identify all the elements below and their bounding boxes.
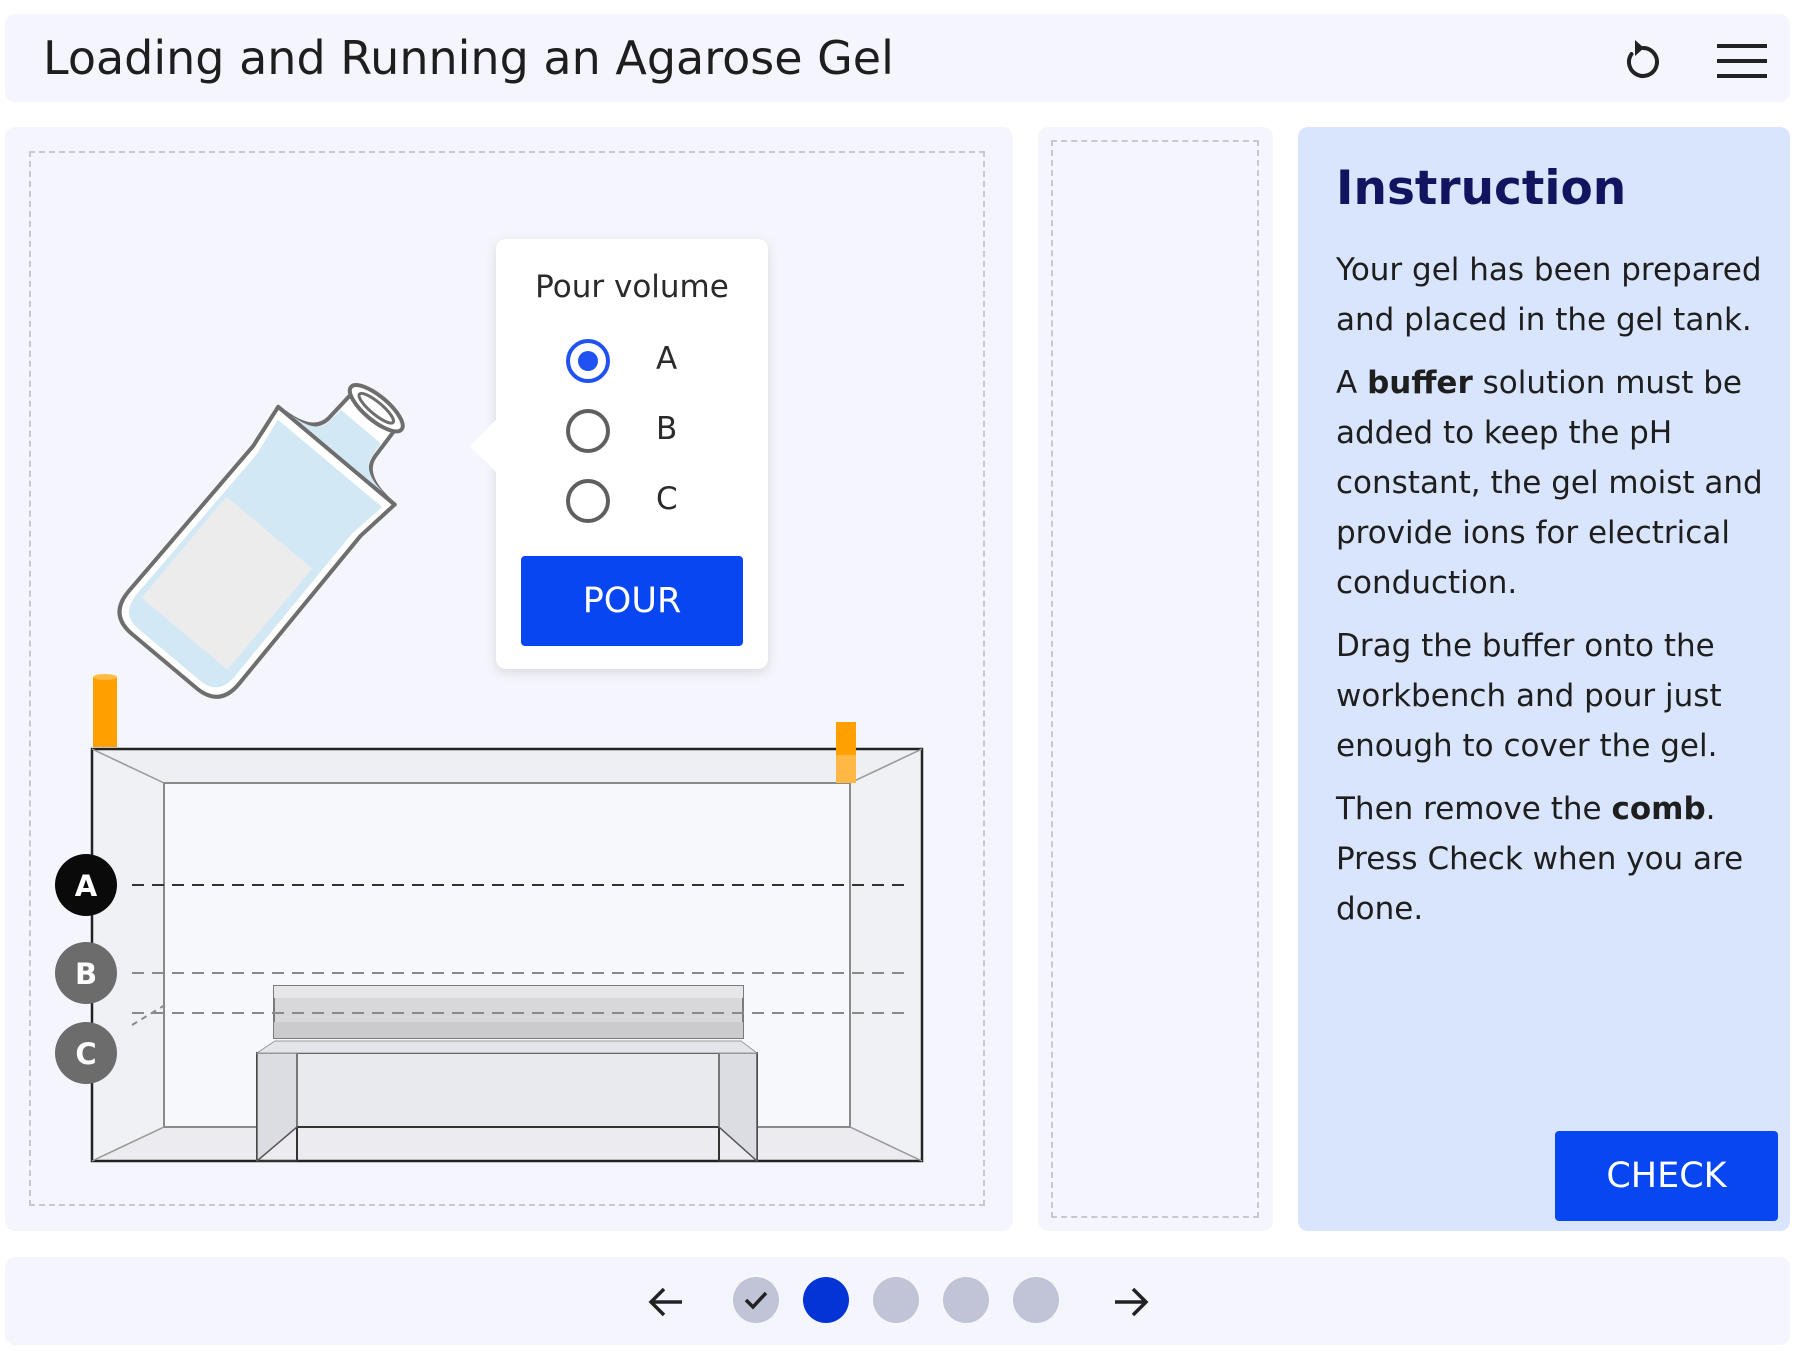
- radio-button-a[interactable]: [566, 339, 610, 383]
- buffer-bottle[interactable]: [106, 350, 442, 710]
- workbench-panel: A B C Pour volume A B C POUR: [5, 127, 1013, 1231]
- instruction-text: Your gel has been prepared and placed in…: [1336, 245, 1776, 947]
- page-title: Loading and Running an Agarose Gel: [43, 31, 894, 85]
- pour-volume-popover: Pour volume A B C POUR: [470, 239, 768, 669]
- header-bar: Loading and Running an Agarose Gel: [5, 14, 1790, 102]
- electrode-positive: [836, 722, 856, 783]
- gel-tank: [90, 747, 924, 1163]
- previous-step-button[interactable]: [642, 1277, 692, 1327]
- pour-volume-title: Pour volume: [535, 269, 729, 305]
- pour-option-b[interactable]: B: [566, 409, 726, 461]
- electrode-negative: [93, 674, 117, 747]
- svg-text:B: B: [75, 957, 97, 991]
- svg-text:C: C: [75, 1037, 96, 1071]
- instruction-paragraph-3: Drag the buffer onto the workbench and p…: [1336, 628, 1722, 764]
- step-4-indicator[interactable]: [943, 1277, 989, 1323]
- arrow-left-icon: [648, 1287, 682, 1317]
- arrow-right-icon: [1115, 1287, 1149, 1317]
- step-1-indicator[interactable]: [733, 1277, 779, 1323]
- next-step-button[interactable]: [1105, 1277, 1155, 1327]
- pour-option-label-a: A: [656, 341, 678, 377]
- check-button[interactable]: CHECK: [1555, 1131, 1778, 1221]
- keyword-comb: comb: [1611, 791, 1706, 827]
- instruction-paragraph-2: A buffer solution must be added to keep …: [1336, 365, 1763, 601]
- step-5-indicator[interactable]: [1013, 1277, 1059, 1323]
- checkmark-icon: [744, 1291, 768, 1310]
- level-marker-a: A: [55, 854, 117, 916]
- instruction-paragraph-1: Your gel has been prepared and placed in…: [1336, 252, 1762, 338]
- hamburger-menu-icon: [1717, 44, 1767, 78]
- pour-option-label-b: B: [656, 411, 678, 447]
- level-marker-c: C: [55, 1022, 117, 1084]
- pour-option-c[interactable]: C: [566, 479, 726, 531]
- keyword-buffer: buffer: [1367, 365, 1473, 401]
- step-3-indicator[interactable]: [873, 1277, 919, 1323]
- reset-icon: [1627, 40, 1659, 78]
- radio-button-c[interactable]: [566, 479, 610, 523]
- instruction-paragraph-4: Then remove the comb. Press Check when y…: [1336, 791, 1744, 927]
- svg-text:A: A: [75, 869, 98, 903]
- level-marker-b: B: [55, 942, 117, 1004]
- shelf-drop-zone[interactable]: [1051, 140, 1259, 1218]
- step-2-indicator[interactable]: [803, 1277, 849, 1323]
- reset-button[interactable]: [1615, 34, 1671, 90]
- equipment-shelf: [1038, 127, 1273, 1231]
- pour-option-label-c: C: [656, 481, 678, 517]
- menu-button[interactable]: [1711, 34, 1775, 90]
- pour-option-a[interactable]: A: [566, 339, 726, 391]
- radio-button-b[interactable]: [566, 409, 610, 453]
- instruction-heading: Instruction: [1336, 161, 1627, 216]
- pour-button[interactable]: POUR: [521, 556, 743, 646]
- step-navigation: [5, 1257, 1790, 1345]
- instruction-panel: Instruction Your gel has been prepared a…: [1298, 127, 1790, 1231]
